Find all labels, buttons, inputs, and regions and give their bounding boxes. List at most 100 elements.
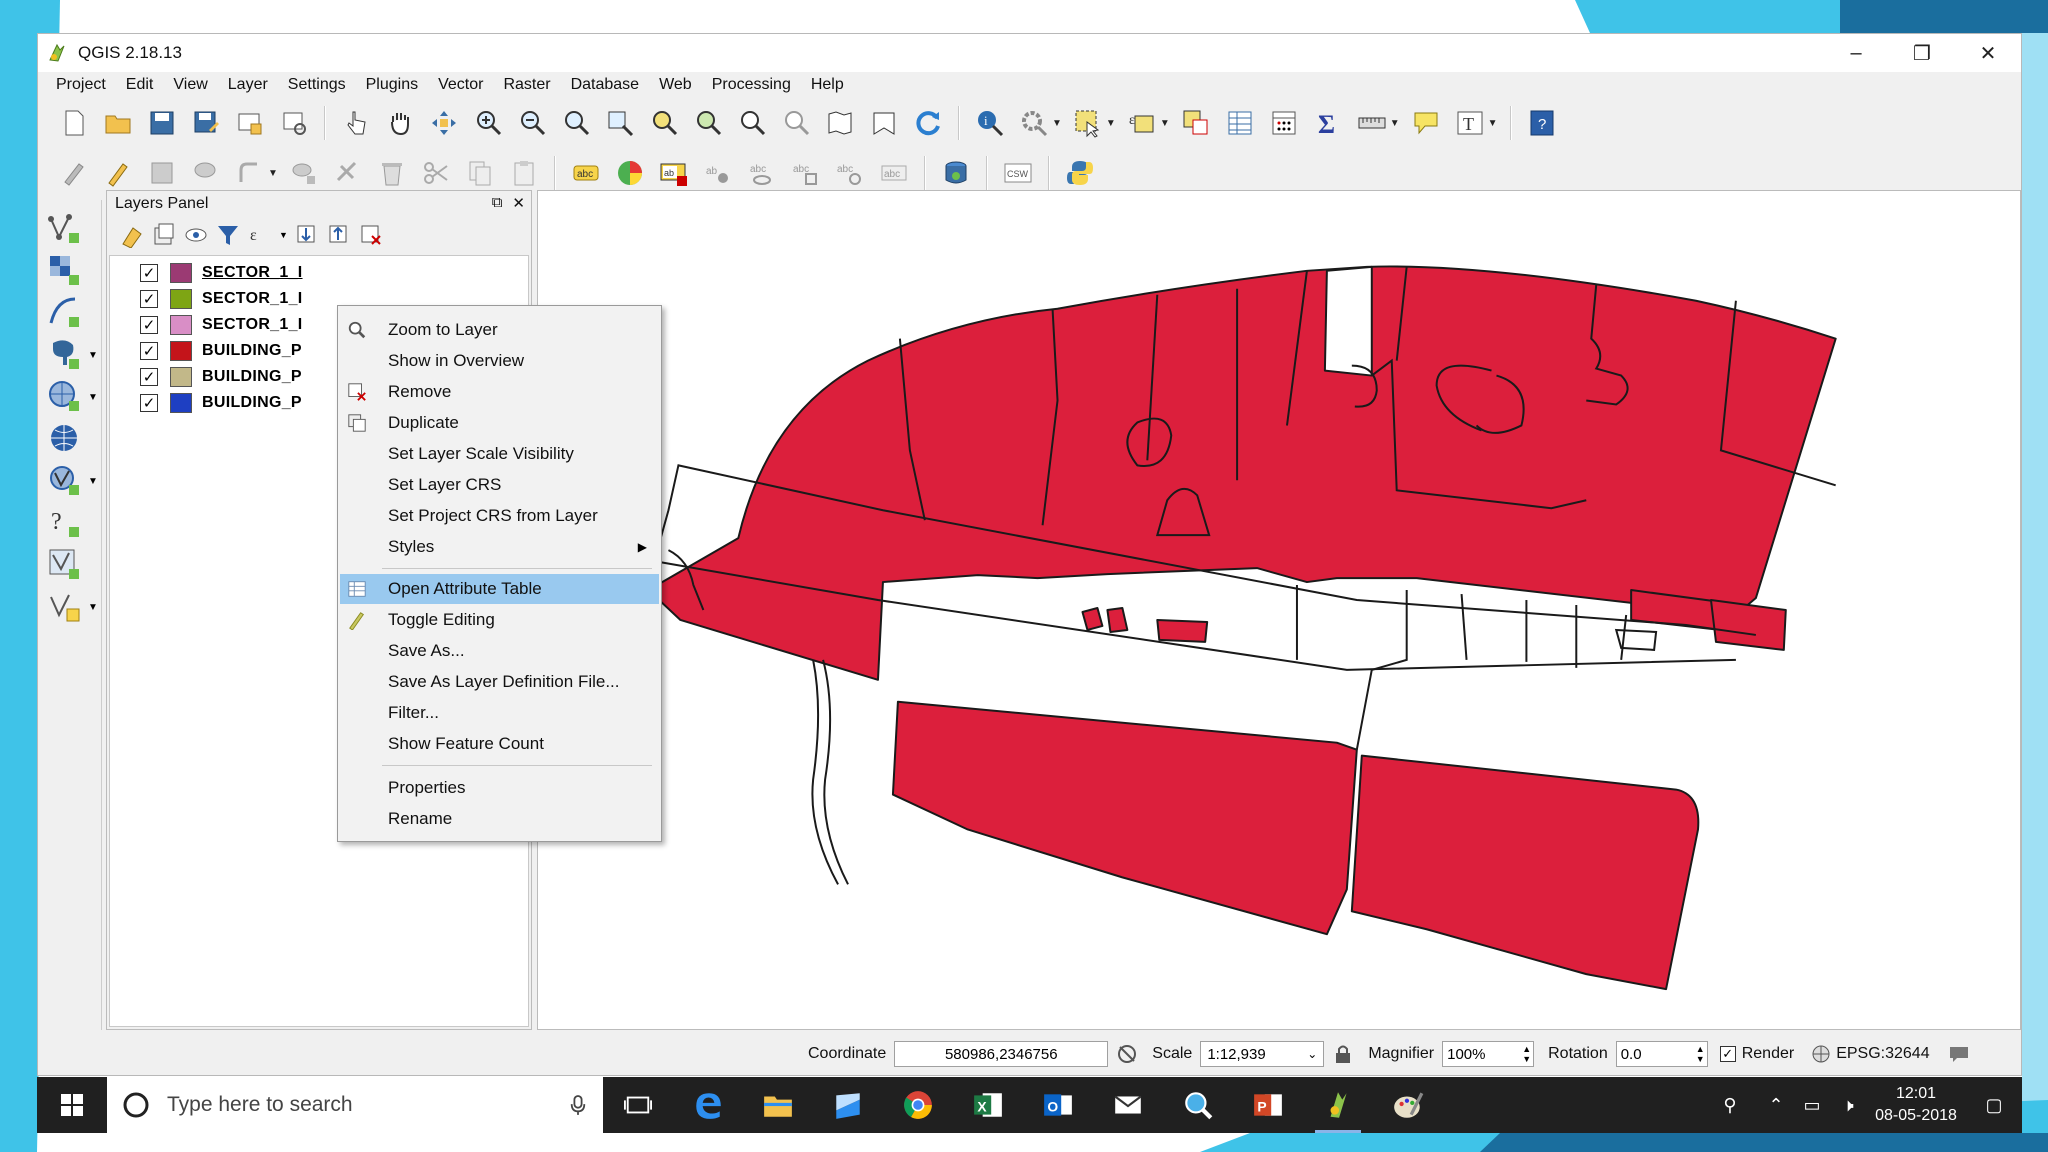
pan-to-selection-button[interactable] bbox=[425, 104, 463, 142]
eye-icon[interactable] bbox=[183, 222, 209, 248]
menu-item-save-layer-definition[interactable]: Save As Layer Definition File... bbox=[340, 667, 659, 697]
taskbar-file-explorer[interactable] bbox=[743, 1077, 813, 1133]
select-features-button[interactable] bbox=[1069, 104, 1107, 142]
volume-muted-icon[interactable]: 🕨 bbox=[1830, 1077, 1866, 1133]
toggle-editing-button[interactable] bbox=[99, 154, 137, 192]
menu-item-set-layer-crs[interactable]: Set Layer CRS bbox=[340, 470, 659, 500]
menu-plugins[interactable]: Plugins bbox=[356, 76, 428, 94]
diagram-properties-button[interactable] bbox=[611, 154, 649, 192]
taskbar-paint[interactable] bbox=[1373, 1077, 1443, 1133]
layer-visibility-checkbox[interactable]: ✓ bbox=[140, 368, 158, 386]
python-console-button[interactable] bbox=[1061, 154, 1099, 192]
taskbar-chrome[interactable] bbox=[883, 1077, 953, 1133]
map-tips-button[interactable] bbox=[1407, 104, 1445, 142]
collapse-all-icon[interactable] bbox=[326, 222, 352, 248]
layer-visibility-checkbox[interactable]: ✓ bbox=[140, 290, 158, 308]
remove-layer-icon[interactable] bbox=[358, 222, 384, 248]
menu-item-properties[interactable]: Properties bbox=[340, 773, 659, 803]
save-project-button[interactable] bbox=[143, 104, 181, 142]
zoom-next-button[interactable] bbox=[777, 104, 815, 142]
save-edits-button[interactable] bbox=[143, 154, 181, 192]
menu-web[interactable]: Web bbox=[649, 76, 702, 94]
show-hide-labels-button[interactable]: abc bbox=[743, 154, 781, 192]
help-button[interactable]: ? bbox=[1523, 104, 1561, 142]
move-feature-button[interactable] bbox=[231, 154, 269, 192]
menu-item-show-feature-count[interactable]: Show Feature Count bbox=[340, 729, 659, 759]
add-feature-button[interactable] bbox=[187, 154, 225, 192]
lock-icon[interactable] bbox=[1332, 1043, 1354, 1065]
taskbar-edge[interactable] bbox=[673, 1077, 743, 1133]
expand-all-icon[interactable] bbox=[294, 222, 320, 248]
trash-button[interactable] bbox=[373, 154, 411, 192]
layer-visibility-checkbox[interactable]: ✓ bbox=[140, 316, 158, 334]
layer-row[interactable]: ✓ SECTOR_1_I bbox=[140, 312, 303, 338]
text-annotation-button[interactable]: T bbox=[1451, 104, 1489, 142]
label-tool-button[interactable]: abc bbox=[567, 154, 605, 192]
zoom-in-button[interactable] bbox=[469, 104, 507, 142]
csw-button[interactable]: CSW bbox=[999, 154, 1037, 192]
copy-features-button[interactable] bbox=[461, 154, 499, 192]
menu-item-save-as[interactable]: Save As... bbox=[340, 636, 659, 666]
menu-item-filter[interactable]: Filter... bbox=[340, 698, 659, 728]
task-view-button[interactable] bbox=[603, 1077, 673, 1133]
menu-item-set-project-crs[interactable]: Set Project CRS from Layer bbox=[340, 501, 659, 531]
layer-visibility-checkbox[interactable]: ✓ bbox=[140, 394, 158, 412]
dropdown-arrow-icon[interactable]: ▼ bbox=[279, 230, 288, 240]
attribute-table-button[interactable] bbox=[1221, 104, 1259, 142]
add-wcs-layer-button[interactable] bbox=[44, 418, 84, 458]
current-edits-button[interactable] bbox=[55, 154, 93, 192]
db-manager-button[interactable] bbox=[937, 154, 975, 192]
filter-icon[interactable] bbox=[215, 222, 241, 248]
layer-style-icon[interactable] bbox=[119, 222, 145, 248]
add-wms-layer-button[interactable] bbox=[44, 376, 84, 416]
new-shapefile-layer-button[interactable] bbox=[44, 586, 84, 626]
dropdown-arrow-icon[interactable]: ▼ bbox=[1390, 118, 1400, 129]
taskbar-app-blue[interactable] bbox=[813, 1077, 883, 1133]
pin-labels-button[interactable]: ab bbox=[699, 154, 737, 192]
menu-item-rename[interactable]: Rename bbox=[340, 804, 659, 834]
add-group-icon[interactable] bbox=[151, 222, 177, 248]
cut-features-button[interactable] bbox=[417, 154, 455, 192]
coordinate-field[interactable]: 580986,2346756 bbox=[894, 1041, 1109, 1067]
dropdown-arrow-icon[interactable]: ▼ bbox=[1106, 118, 1116, 129]
float-panel-icon[interactable]: ⧉ bbox=[492, 194, 503, 212]
microphone-icon[interactable] bbox=[569, 1093, 587, 1117]
dropdown-arrow-icon[interactable]: ▼ bbox=[1488, 118, 1498, 129]
spin-up-icon[interactable]: ▲ bbox=[1522, 1044, 1531, 1054]
close-panel-icon[interactable]: ✕ bbox=[512, 194, 525, 212]
start-button[interactable] bbox=[37, 1077, 107, 1133]
run-feature-action-button[interactable] bbox=[1015, 104, 1053, 142]
spin-down-icon[interactable]: ▼ bbox=[1696, 1054, 1705, 1064]
zoom-out-button[interactable] bbox=[513, 104, 551, 142]
menu-item-set-layer-scale-visibility[interactable]: Set Layer Scale Visibility bbox=[340, 439, 659, 469]
filter-expression-icon[interactable]: ε bbox=[247, 222, 273, 248]
highlight-pinned-labels-button[interactable]: ab bbox=[655, 154, 693, 192]
menu-view[interactable]: View bbox=[163, 76, 217, 94]
field-calculator-button[interactable] bbox=[1265, 104, 1303, 142]
statistical-summary-button[interactable]: Σ bbox=[1309, 104, 1347, 142]
crs-globe-icon[interactable] bbox=[1810, 1043, 1832, 1065]
magnifier-spinbox[interactable]: 100% ▲ ▼ bbox=[1442, 1041, 1535, 1067]
identify-features-button[interactable]: i bbox=[971, 104, 1009, 142]
delete-selected-button[interactable] bbox=[329, 154, 367, 192]
menu-raster[interactable]: Raster bbox=[493, 76, 560, 94]
restore-button[interactable]: ❐ bbox=[1889, 34, 1955, 72]
dropdown-arrow-icon[interactable]: ▼ bbox=[1160, 118, 1170, 129]
menu-item-open-attribute-table[interactable]: Open Attribute Table bbox=[340, 574, 659, 604]
taskbar-mail[interactable] bbox=[1093, 1077, 1163, 1133]
new-print-composer-button[interactable] bbox=[231, 104, 269, 142]
add-wfs-layer-button[interactable] bbox=[44, 460, 84, 500]
menu-item-toggle-editing[interactable]: Toggle Editing bbox=[340, 605, 659, 635]
layer-row[interactable]: ✓ BUILDING_P bbox=[140, 364, 302, 390]
add-spatialite-layer-button[interactable] bbox=[44, 292, 84, 332]
add-delimited-text-button[interactable]: ? bbox=[44, 502, 84, 542]
network-icon[interactable]: ▭ bbox=[1794, 1077, 1830, 1133]
add-virtual-layer-button[interactable] bbox=[44, 544, 84, 584]
menu-item-show-in-overview[interactable]: Show in Overview bbox=[340, 346, 659, 376]
taskbar-search-box[interactable]: Type here to search bbox=[107, 1077, 603, 1133]
deselect-features-button[interactable] bbox=[1177, 104, 1215, 142]
dropdown-arrow-icon[interactable]: ▼ bbox=[88, 602, 98, 613]
action-center-icon[interactable]: ▢ bbox=[1966, 1077, 2022, 1133]
dropdown-arrow-icon[interactable]: ▼ bbox=[88, 392, 98, 403]
spin-up-icon[interactable]: ▲ bbox=[1696, 1044, 1705, 1054]
